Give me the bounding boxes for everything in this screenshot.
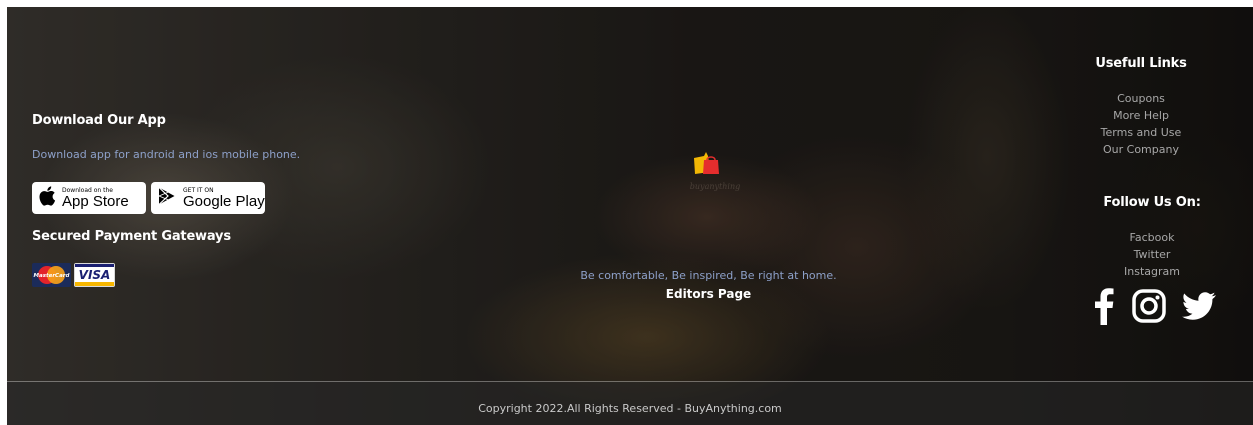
useful-links-list: Coupons More Help Terms and Use Our Comp… xyxy=(1091,90,1191,158)
play-icon xyxy=(157,186,177,210)
link-our-company[interactable]: Our Company xyxy=(1091,141,1191,158)
svg-text:buyanything: buyanything xyxy=(690,182,740,191)
tagline: Be comfortable, Be inspired, Be right at… xyxy=(580,269,837,282)
download-app-description: Download app for android and ios mobile … xyxy=(32,148,301,161)
editors-page-link[interactable]: Editors Page xyxy=(7,287,1253,301)
payment-title: Secured Payment Gateways xyxy=(32,229,231,244)
google-play-button[interactable]: GET IT ON Google Play xyxy=(151,182,265,214)
facebook-icon[interactable] xyxy=(1094,287,1114,329)
twitter-icon[interactable] xyxy=(1182,292,1216,324)
follow-title-text: Follow Us On: xyxy=(1103,195,1201,210)
footer-hero: Download Our App Download app for androi… xyxy=(7,7,1253,425)
link-instagram[interactable]: Instagram xyxy=(1102,263,1202,280)
brand-logo[interactable]: buyanything xyxy=(690,150,740,199)
link-facebook[interactable]: Facbook xyxy=(1102,229,1202,246)
social-icons xyxy=(1094,287,1216,329)
apple-icon xyxy=(38,186,56,210)
google-play-large-label: Google Play xyxy=(183,192,265,210)
app-store-large-label: App Store xyxy=(62,192,129,210)
useful-links-title-text: Usefull Links xyxy=(1095,56,1187,71)
link-coupons[interactable]: Coupons xyxy=(1091,90,1191,107)
link-twitter[interactable]: Twitter xyxy=(1102,246,1202,263)
link-terms-and-use[interactable]: Terms and Use xyxy=(1091,124,1191,141)
copyright-text: Copyright 2022.All Rights Reserved - Buy… xyxy=(478,402,782,415)
instagram-icon[interactable] xyxy=(1132,289,1166,327)
app-store-button[interactable]: Download on the App Store xyxy=(32,182,146,214)
follow-links-list: Facbook Twitter Instagram xyxy=(1102,229,1202,280)
link-more-help[interactable]: More Help xyxy=(1091,107,1191,124)
download-app-title: Download Our App xyxy=(32,113,166,128)
